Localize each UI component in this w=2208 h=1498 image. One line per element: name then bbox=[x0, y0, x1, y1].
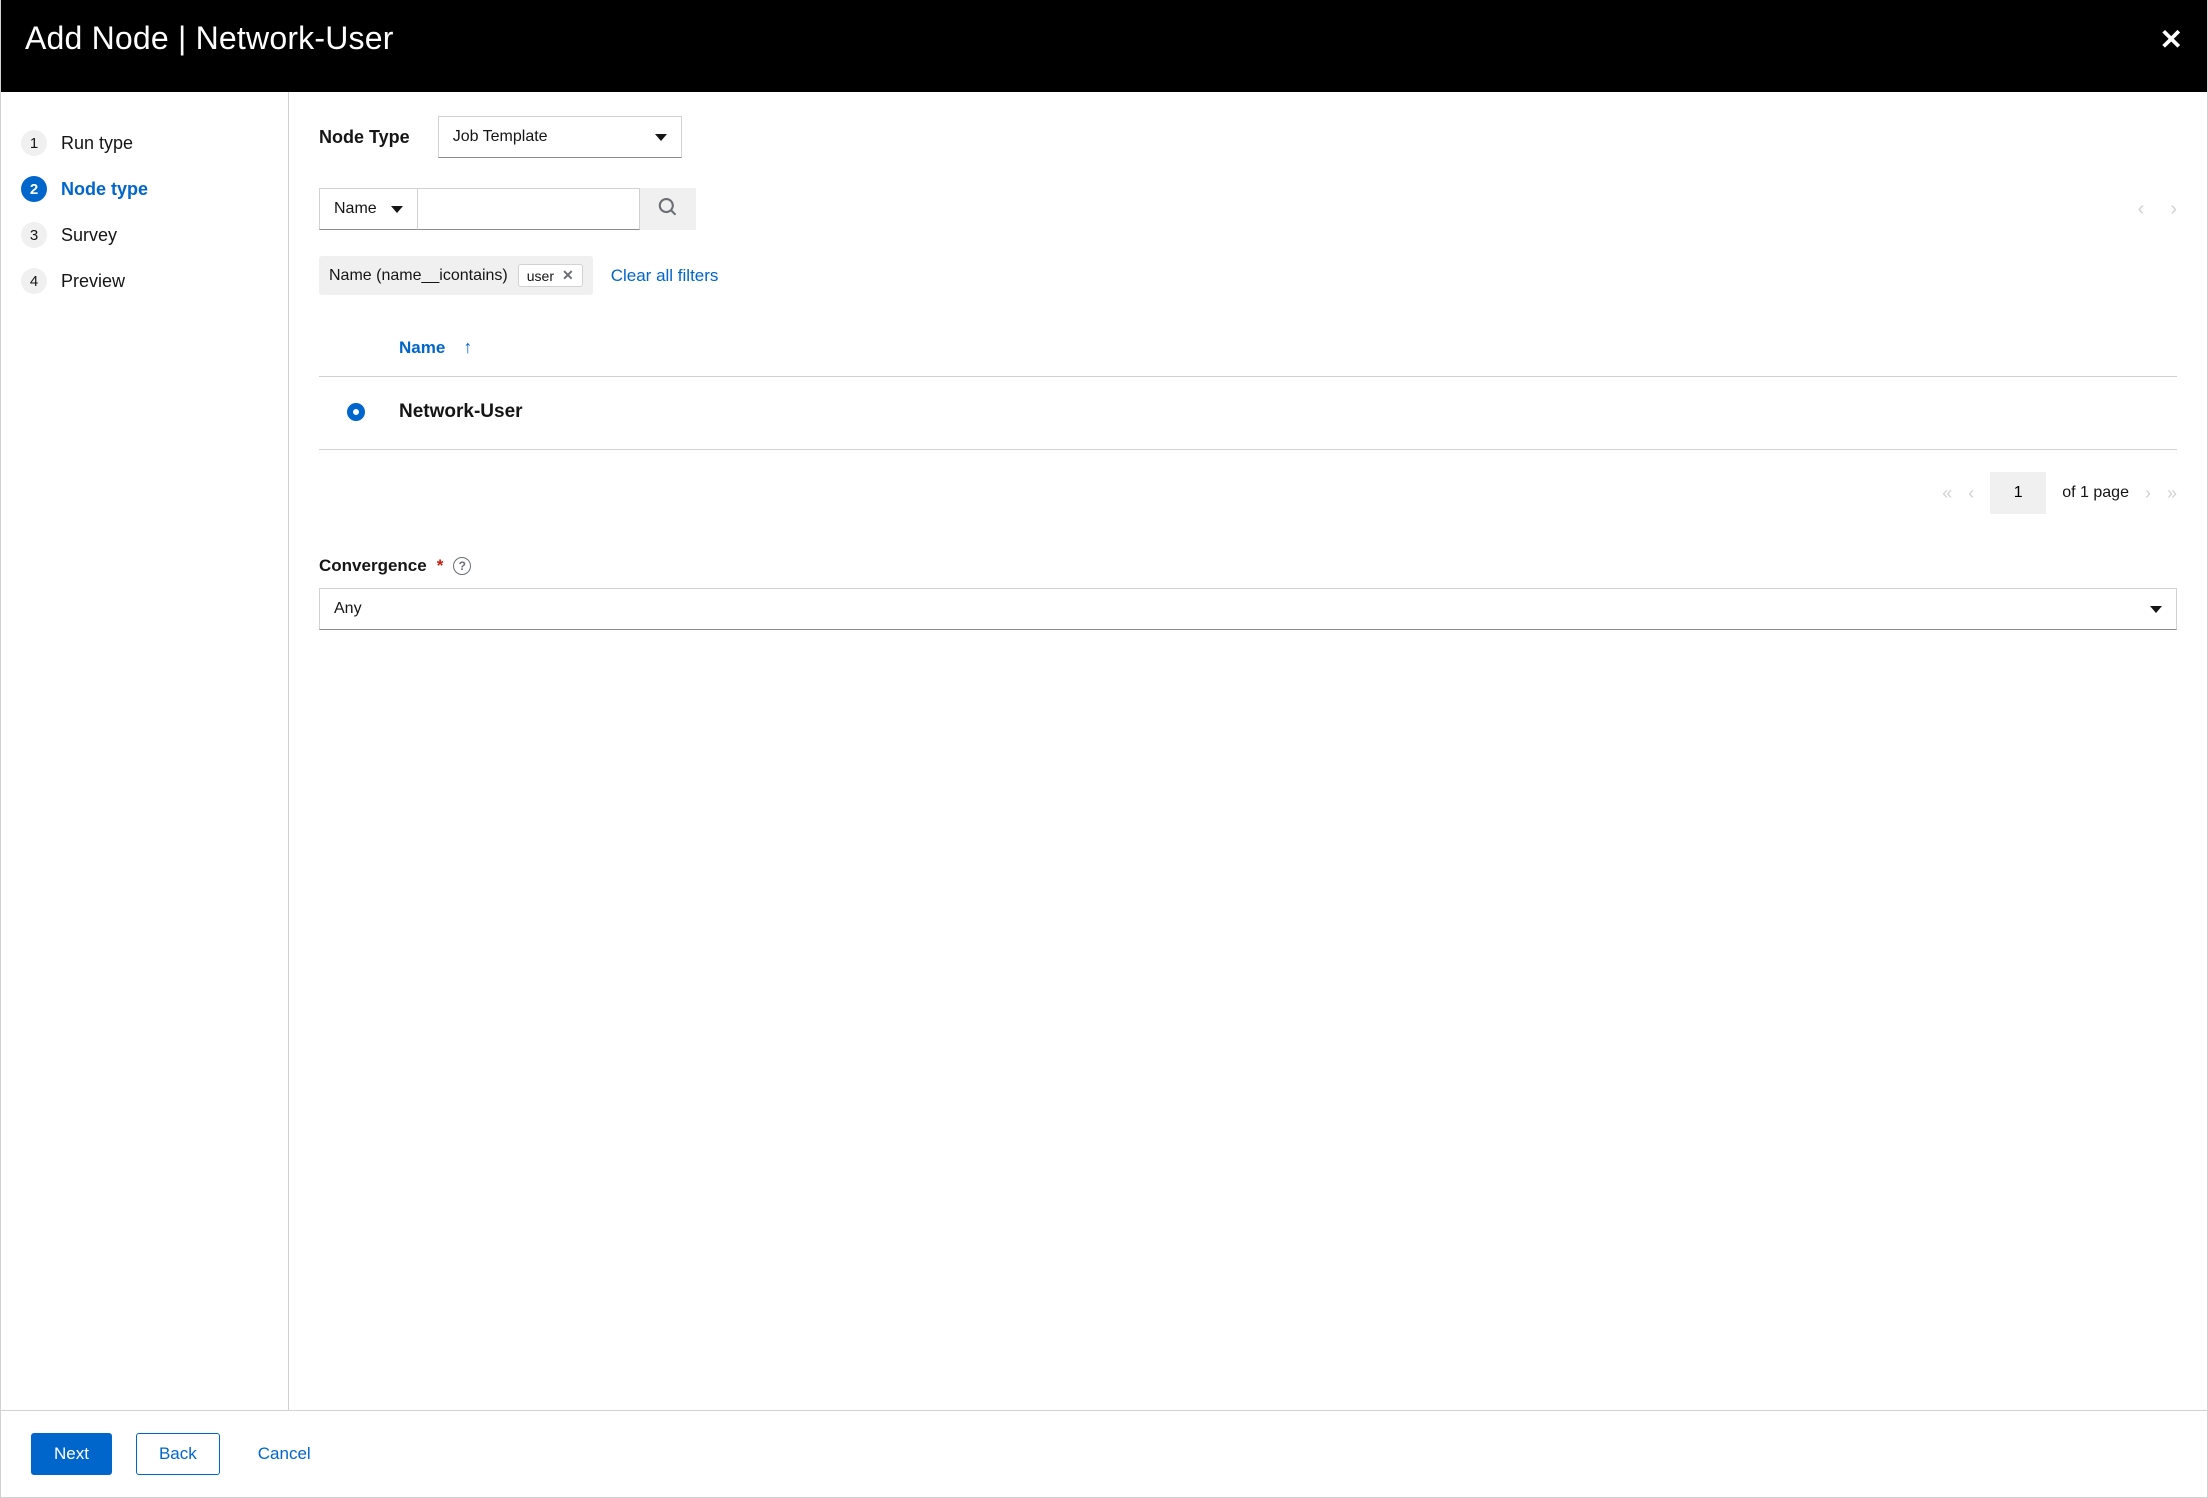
back-button[interactable]: Back bbox=[136, 1433, 220, 1475]
page-next-icon[interactable]: › bbox=[2145, 483, 2151, 504]
chip-remove-icon[interactable]: ✕ bbox=[562, 267, 574, 284]
add-node-modal: Add Node | Network-User ✕ 1 Run type 2 N… bbox=[0, 0, 2208, 1498]
chevron-down-icon bbox=[391, 206, 403, 213]
step-number: 4 bbox=[21, 268, 47, 294]
modal-footer: Next Back Cancel bbox=[1, 1410, 2207, 1497]
modal-header: Add Node | Network-User ✕ bbox=[1, 0, 2207, 92]
wizard-step-preview[interactable]: 4 Preview bbox=[21, 258, 268, 304]
search-key-value: Name bbox=[334, 200, 377, 218]
step-number: 1 bbox=[21, 130, 47, 156]
search-button[interactable] bbox=[640, 188, 696, 230]
table-row[interactable]: Network-User bbox=[319, 377, 2177, 450]
compact-prev-icon[interactable]: ‹ bbox=[2138, 198, 2145, 221]
search-icon bbox=[658, 198, 676, 221]
step-number: 2 bbox=[21, 176, 47, 202]
search-group: Name bbox=[319, 188, 696, 230]
node-type-label: Node Type bbox=[319, 127, 410, 148]
page-last-icon[interactable]: » bbox=[2167, 483, 2177, 504]
wizard-step-node-type[interactable]: 2 Node type bbox=[21, 166, 268, 212]
chip-value: user bbox=[527, 268, 554, 284]
compact-pagination: ‹ › bbox=[2138, 198, 2177, 221]
chip-group-label: Name (name__icontains) bbox=[329, 267, 508, 285]
close-icon[interactable]: ✕ bbox=[2160, 20, 2183, 54]
chevron-down-icon bbox=[2150, 606, 2162, 613]
node-type-field: Node Type Job Template bbox=[319, 116, 2177, 158]
column-header-name[interactable]: Name ↑ bbox=[399, 337, 472, 358]
pagination: « ‹ of 1 page › » bbox=[319, 450, 2177, 536]
cancel-button[interactable]: Cancel bbox=[244, 1433, 333, 1475]
chevron-down-icon bbox=[655, 134, 667, 141]
search-input[interactable] bbox=[418, 188, 640, 230]
page-number-input[interactable] bbox=[1990, 472, 2046, 514]
filter-chip: user ✕ bbox=[518, 264, 583, 287]
node-type-value: Job Template bbox=[453, 128, 548, 146]
search-key-select[interactable]: Name bbox=[319, 188, 418, 230]
node-type-select[interactable]: Job Template bbox=[438, 116, 682, 158]
back-button-label: Back bbox=[159, 1444, 197, 1464]
wizard-step-run-type[interactable]: 1 Run type bbox=[21, 120, 268, 166]
convergence-label: Convergence bbox=[319, 556, 427, 576]
page-prev-icon[interactable]: ‹ bbox=[1968, 483, 1974, 504]
sort-asc-icon: ↑ bbox=[463, 337, 472, 358]
step-label: Node type bbox=[61, 179, 148, 200]
modal-body: 1 Run type 2 Node type 3 Survey 4 Previe… bbox=[1, 92, 2207, 1410]
page-first-icon[interactable]: « bbox=[1942, 483, 1952, 504]
page-count-text: of 1 page bbox=[2062, 484, 2129, 502]
convergence-value: Any bbox=[334, 600, 362, 618]
wizard-step-survey[interactable]: 3 Survey bbox=[21, 212, 268, 258]
filter-chip-group: Name (name__icontains) user ✕ bbox=[319, 256, 593, 295]
cancel-button-label: Cancel bbox=[258, 1444, 311, 1464]
search-toolbar: Name ‹ › bbox=[319, 188, 2177, 230]
help-icon[interactable]: ? bbox=[453, 557, 471, 575]
convergence-select[interactable]: Any bbox=[319, 588, 2177, 630]
next-button[interactable]: Next bbox=[31, 1433, 112, 1475]
modal-title: Add Node | Network-User bbox=[25, 20, 394, 57]
compact-next-icon[interactable]: › bbox=[2170, 198, 2177, 221]
row-radio-cell bbox=[319, 393, 399, 421]
step-number: 3 bbox=[21, 222, 47, 248]
filter-chip-row: Name (name__icontains) user ✕ Clear all … bbox=[319, 256, 2177, 295]
required-star-icon: * bbox=[437, 556, 444, 576]
next-button-label: Next bbox=[54, 1444, 89, 1464]
convergence-field: Convergence * ? Any bbox=[319, 556, 2177, 630]
row-radio[interactable] bbox=[347, 403, 365, 421]
step-label: Survey bbox=[61, 225, 117, 246]
column-header-label: Name bbox=[399, 338, 445, 358]
step-label: Preview bbox=[61, 271, 125, 292]
row-name: Network-User bbox=[399, 391, 523, 423]
table-header-row: Name ↑ bbox=[319, 321, 2177, 377]
wizard-content: Node Type Job Template Name bbox=[289, 92, 2207, 1410]
step-label: Run type bbox=[61, 133, 133, 154]
wizard-nav: 1 Run type 2 Node type 3 Survey 4 Previe… bbox=[1, 92, 289, 1410]
clear-all-filters-link[interactable]: Clear all filters bbox=[611, 266, 719, 286]
convergence-label-row: Convergence * ? bbox=[319, 556, 2177, 576]
